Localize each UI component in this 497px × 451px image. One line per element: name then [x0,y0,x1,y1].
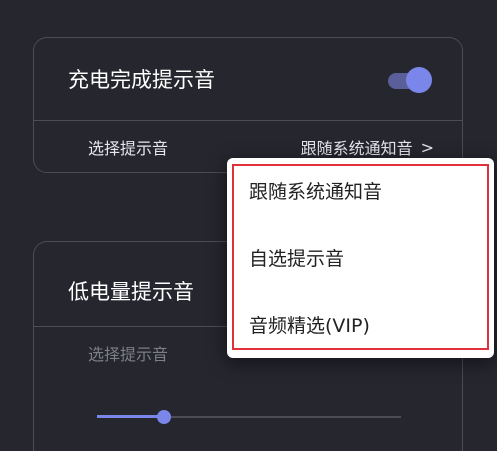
option-custom-sound[interactable]: 自选提示音 [249,244,344,274]
select-sound-label: 选择提示音 [88,345,169,364]
chevron-right-icon: > [420,137,434,157]
settings-screen: 充电完成提示音 选择提示音 跟随系统通知音 > 低电量提示音 选择提示音 跟随系… [0,0,497,451]
charge-complete-sound-toggle[interactable] [386,67,432,93]
select-sound-value-group: 跟随系统通知音 > [301,135,434,159]
toggle-knob [406,67,432,93]
select-sound-value: 跟随系统通知音 [300,139,413,158]
slider-thumb[interactable] [157,410,171,424]
option-follow-system[interactable]: 跟随系统通知音 [249,177,382,207]
select-sound-label: 选择提示音 [88,139,169,158]
slider-fill [97,415,164,418]
volume-slider[interactable] [97,410,401,424]
option-audio-vip[interactable]: 音频精选(VIP) [249,311,370,341]
charge-complete-sound-card: 充电完成提示音 选择提示音 跟随系统通知音 > [33,37,463,173]
sound-options-dropdown: 跟随系统通知音 自选提示音 音频精选(VIP) [227,158,494,358]
